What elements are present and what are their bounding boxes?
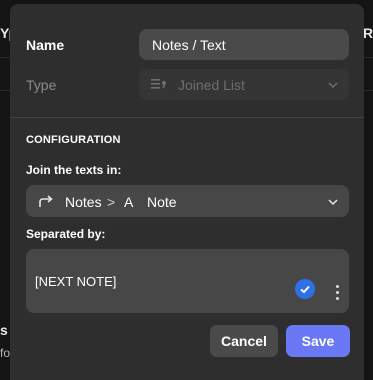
path-separator: > bbox=[107, 194, 116, 210]
chevron-down-icon bbox=[327, 195, 339, 213]
text-field-icon: A bbox=[124, 194, 134, 210]
background-text-fragment: Yp bbox=[0, 25, 10, 41]
configuration-heading: CONFIGURATION bbox=[26, 134, 121, 146]
join-source-field: Note bbox=[147, 194, 177, 210]
joined-list-icon bbox=[151, 77, 167, 94]
separator-label: Separated by: bbox=[26, 227, 106, 241]
name-label: Name bbox=[26, 37, 65, 53]
background-text-fragment: fo bbox=[0, 346, 10, 360]
relation-arrow-icon bbox=[38, 194, 54, 213]
save-button[interactable]: Save bbox=[286, 325, 350, 357]
type-select[interactable]: Joined List bbox=[139, 69, 349, 100]
background-text-fragment: RY bbox=[363, 25, 373, 41]
join-label: Join the texts in: bbox=[26, 163, 122, 177]
type-label: Type bbox=[26, 77, 57, 93]
join-source-table: Notes bbox=[65, 194, 102, 210]
edit-column-dialog: Name Notes / Text Type Joined List CONFI… bbox=[10, 4, 364, 380]
name-input[interactable]: Notes / Text bbox=[139, 29, 349, 60]
cancel-button[interactable]: Cancel bbox=[210, 325, 278, 357]
section-divider bbox=[10, 117, 364, 118]
separator-input-value: [NEXT NOTE] bbox=[35, 274, 117, 289]
more-options-icon[interactable] bbox=[336, 285, 340, 303]
join-source-select[interactable]: Notes > A Note bbox=[26, 185, 349, 217]
background-text-fragment: s bbox=[0, 322, 8, 338]
name-input-value: Notes / Text bbox=[152, 37, 226, 53]
check-icon[interactable] bbox=[295, 279, 315, 299]
separator-input[interactable]: [NEXT NOTE] bbox=[26, 249, 349, 313]
type-select-value: Joined List bbox=[178, 77, 245, 93]
chevron-down-icon bbox=[327, 78, 339, 96]
